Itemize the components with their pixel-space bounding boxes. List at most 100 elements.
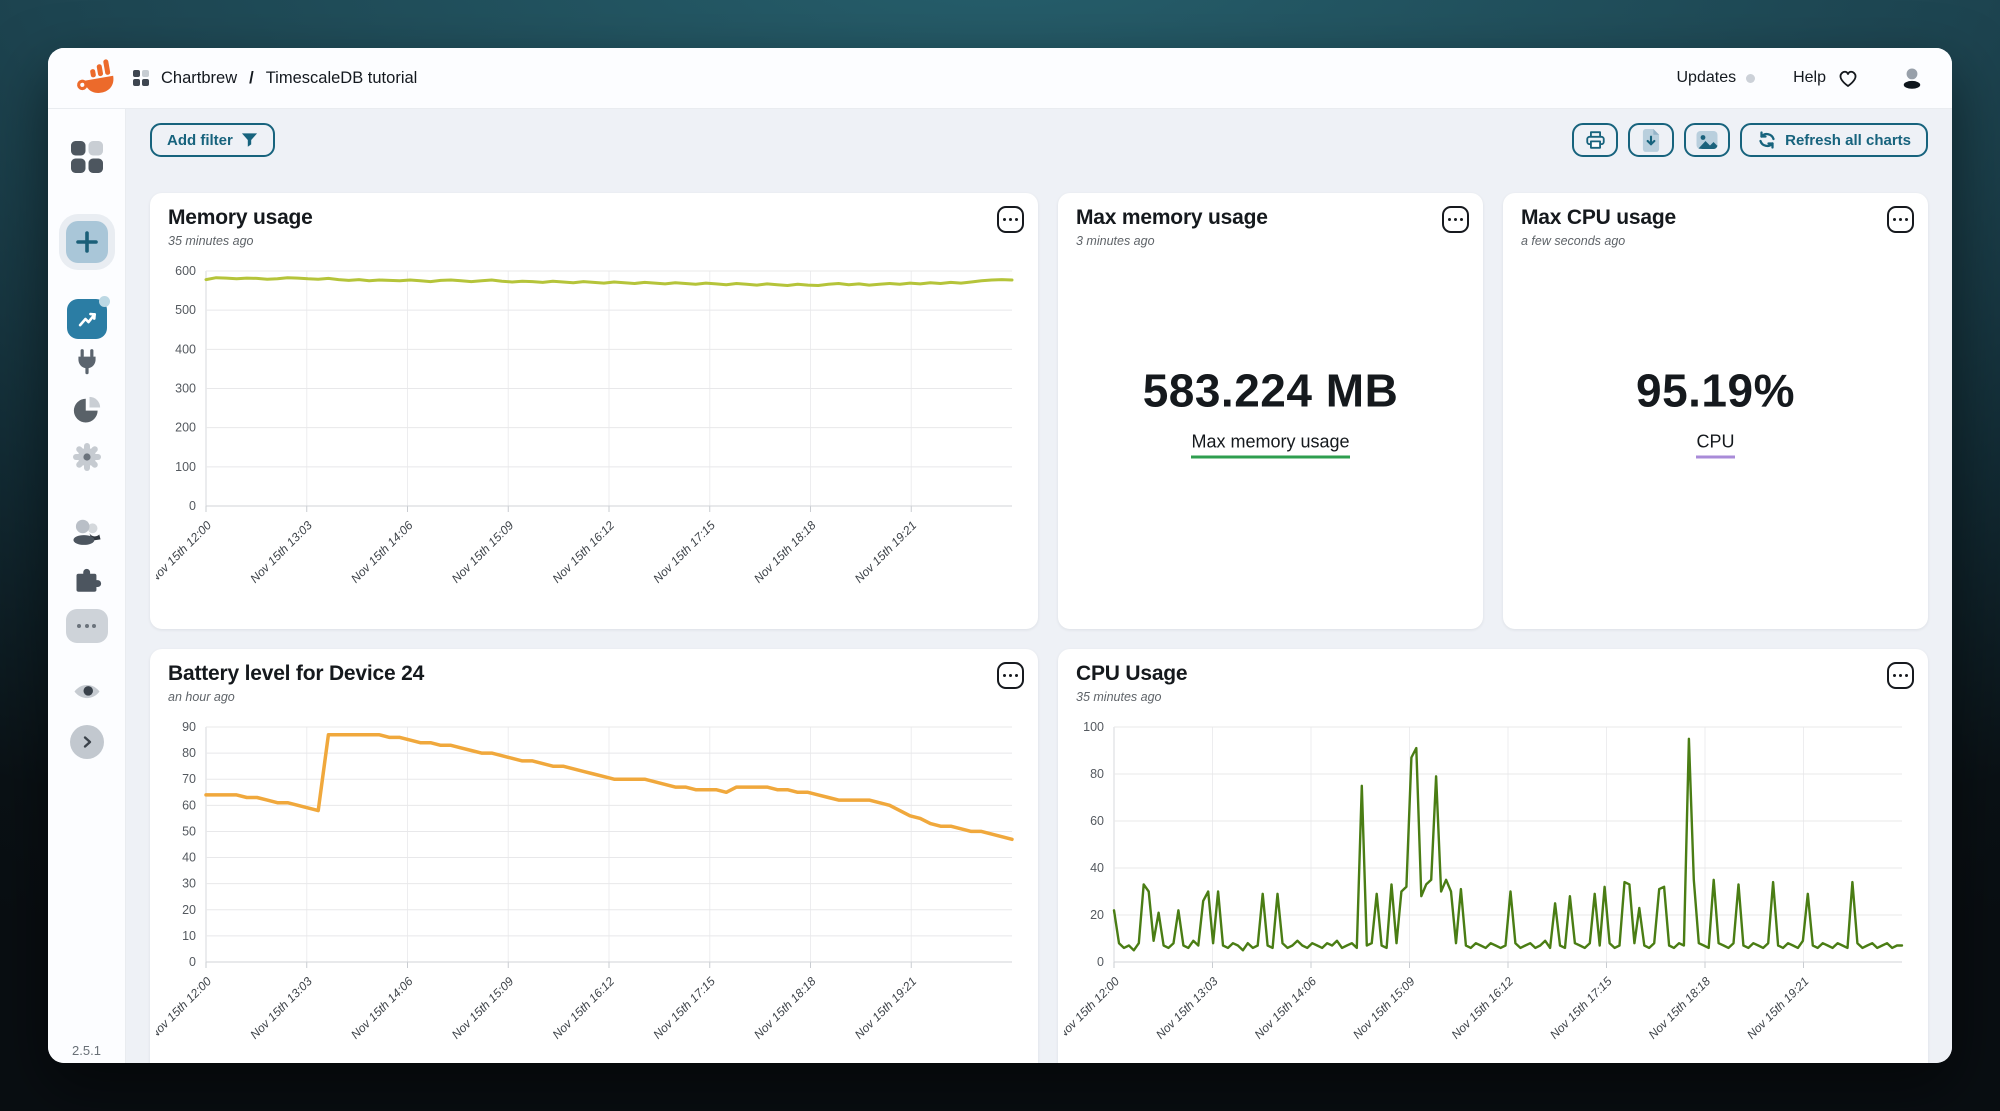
svg-text:Nov 15th 12:00: Nov 15th 12:00 — [156, 974, 214, 1042]
svg-text:80: 80 — [1090, 767, 1104, 781]
card-menu-button[interactable] — [1887, 662, 1914, 689]
chevron-right-icon — [70, 725, 104, 759]
help-button[interactable]: Help — [1793, 66, 1860, 90]
svg-text:Nov 15th 16:12: Nov 15th 16:12 — [1449, 974, 1517, 1042]
svg-text:Nov 15th 19:21: Nov 15th 19:21 — [852, 974, 919, 1041]
max-memory-card: Max memory usage 3 minutes ago 583.224 M… — [1058, 193, 1483, 629]
refresh-all-label: Refresh all charts — [1785, 132, 1911, 149]
kpi-value: 583.224 MB — [1143, 364, 1399, 418]
chartbrew-logo-icon[interactable] — [74, 58, 116, 98]
card-title: Max memory usage — [1076, 206, 1268, 230]
svg-text:100: 100 — [175, 460, 196, 474]
sidebar-item-charts-active[interactable] — [67, 299, 107, 339]
card-menu-button[interactable] — [1442, 206, 1469, 233]
download-report-button[interactable] — [1628, 123, 1674, 157]
add-plus-icon — [66, 221, 108, 263]
svg-text:Nov 15th 12:00: Nov 15th 12:00 — [1064, 974, 1122, 1042]
svg-text:60: 60 — [1090, 814, 1104, 828]
card-menu-button[interactable] — [997, 206, 1024, 233]
refresh-all-button[interactable]: Refresh all charts — [1740, 123, 1928, 157]
sidebar-item-visibility[interactable] — [72, 679, 102, 704]
svg-text:Nov 15th 15:09: Nov 15th 15:09 — [449, 518, 517, 586]
svg-text:Nov 15th 14:06: Nov 15th 14:06 — [1252, 974, 1320, 1042]
breadcrumb-app[interactable]: Chartbrew — [161, 69, 237, 88]
sidebar-item-reports[interactable] — [72, 395, 102, 425]
eye-icon — [72, 679, 102, 704]
memory-usage-chart: Nov 15th 12:00Nov 15th 13:03Nov 15th 14:… — [156, 253, 1024, 589]
app-version: 2.5.1 — [48, 1043, 125, 1058]
battery-level-card: Battery level for Device 24 an hour ago … — [150, 649, 1038, 1063]
puzzle-icon — [72, 563, 102, 593]
svg-text:80: 80 — [182, 746, 196, 760]
add-filter-button[interactable]: Add filter — [150, 123, 275, 157]
svg-text:0: 0 — [189, 955, 196, 969]
svg-text:40: 40 — [182, 851, 196, 865]
kpi-label: CPU — [1696, 432, 1734, 459]
sidebar: 2.5.1 — [48, 109, 126, 1063]
print-button[interactable] — [1572, 123, 1618, 157]
svg-text:Nov 15th 17:15: Nov 15th 17:15 — [650, 974, 718, 1042]
breadcrumb-project[interactable]: TimescaleDB tutorial — [266, 69, 418, 88]
printer-icon — [1584, 129, 1607, 151]
sidebar-item-connections[interactable] — [73, 348, 101, 378]
svg-text:60: 60 — [182, 798, 196, 812]
card-updated: 35 minutes ago — [1076, 690, 1161, 704]
grid-icon — [69, 139, 105, 175]
breadcrumb-separator: / — [249, 69, 254, 88]
toolbar-actions: Refresh all charts — [1572, 123, 1928, 157]
line-chart-icon — [67, 299, 107, 339]
card-menu-button[interactable] — [997, 662, 1024, 689]
card-updated: an hour ago — [168, 690, 235, 704]
dashboard-row-2: Battery level for Device 24 an hour ago … — [150, 649, 1928, 1063]
card-updated: 35 minutes ago — [168, 234, 253, 248]
dashboard-grid-icon[interactable] — [132, 69, 150, 87]
updates-button[interactable]: Updates — [1677, 69, 1756, 87]
export-image-button[interactable] — [1684, 123, 1730, 157]
svg-text:Nov 15th 18:18: Nov 15th 18:18 — [1646, 974, 1714, 1042]
max-cpu-card: Max CPU usage a few seconds ago 95.19% C… — [1503, 193, 1928, 629]
filter-funnel-icon — [241, 132, 258, 148]
card-title: Max CPU usage — [1521, 206, 1676, 230]
user-avatar-icon[interactable] — [1898, 65, 1926, 91]
kpi-value: 95.19% — [1636, 364, 1795, 418]
svg-text:30: 30 — [182, 877, 196, 891]
svg-text:70: 70 — [182, 772, 196, 786]
plug-icon — [73, 348, 101, 378]
svg-text:Nov 15th 13:03: Nov 15th 13:03 — [247, 518, 315, 586]
svg-text:90: 90 — [182, 720, 196, 734]
svg-text:100: 100 — [1083, 720, 1104, 734]
sidebar-item-more[interactable] — [66, 609, 108, 643]
window-body: 2.5.1 Add filter — [48, 109, 1952, 1063]
updates-status-dot — [1746, 74, 1755, 83]
svg-text:10: 10 — [182, 929, 196, 943]
updates-label: Updates — [1677, 69, 1737, 87]
sidebar-item-dashboards[interactable] — [69, 139, 105, 175]
dashboard-toolbar: Add filter — [150, 123, 1928, 157]
sidebar-item-add-chart[interactable] — [66, 221, 108, 263]
svg-text:50: 50 — [182, 824, 196, 838]
team-icon — [71, 517, 103, 547]
dashboard-row-1: Memory usage 35 minutes ago Nov 15th 12:… — [150, 193, 1928, 629]
card-menu-button[interactable] — [1887, 206, 1914, 233]
cpu-usage-chart: Nov 15th 12:00Nov 15th 13:03Nov 15th 14:… — [1064, 709, 1914, 1045]
kpi-block: 583.224 MB Max memory usage — [1058, 364, 1483, 459]
download-report-icon — [1641, 128, 1661, 152]
sidebar-item-team[interactable] — [71, 517, 103, 547]
svg-text:0: 0 — [189, 499, 196, 513]
cpu-usage-card: CPU Usage 35 minutes ago Nov 15th 12:00N… — [1058, 649, 1928, 1063]
sidebar-collapse-button[interactable] — [70, 725, 104, 759]
svg-text:600: 600 — [175, 264, 196, 278]
sidebar-item-integrations[interactable] — [72, 563, 102, 593]
svg-text:300: 300 — [175, 382, 196, 396]
svg-text:Nov 15th 19:21: Nov 15th 19:21 — [852, 518, 919, 585]
kpi-label: Max memory usage — [1191, 432, 1349, 459]
svg-text:40: 40 — [1090, 861, 1104, 875]
svg-text:Nov 15th 17:15: Nov 15th 17:15 — [1547, 974, 1615, 1042]
svg-text:Nov 15th 17:15: Nov 15th 17:15 — [650, 518, 718, 586]
app-root: { "app": { "version": "2.5.1" }, "header… — [0, 0, 2000, 1111]
refresh-icon — [1757, 131, 1777, 149]
svg-text:200: 200 — [175, 421, 196, 435]
sidebar-item-settings[interactable] — [71, 441, 103, 473]
svg-text:20: 20 — [1090, 908, 1104, 922]
image-export-icon — [1695, 129, 1719, 151]
